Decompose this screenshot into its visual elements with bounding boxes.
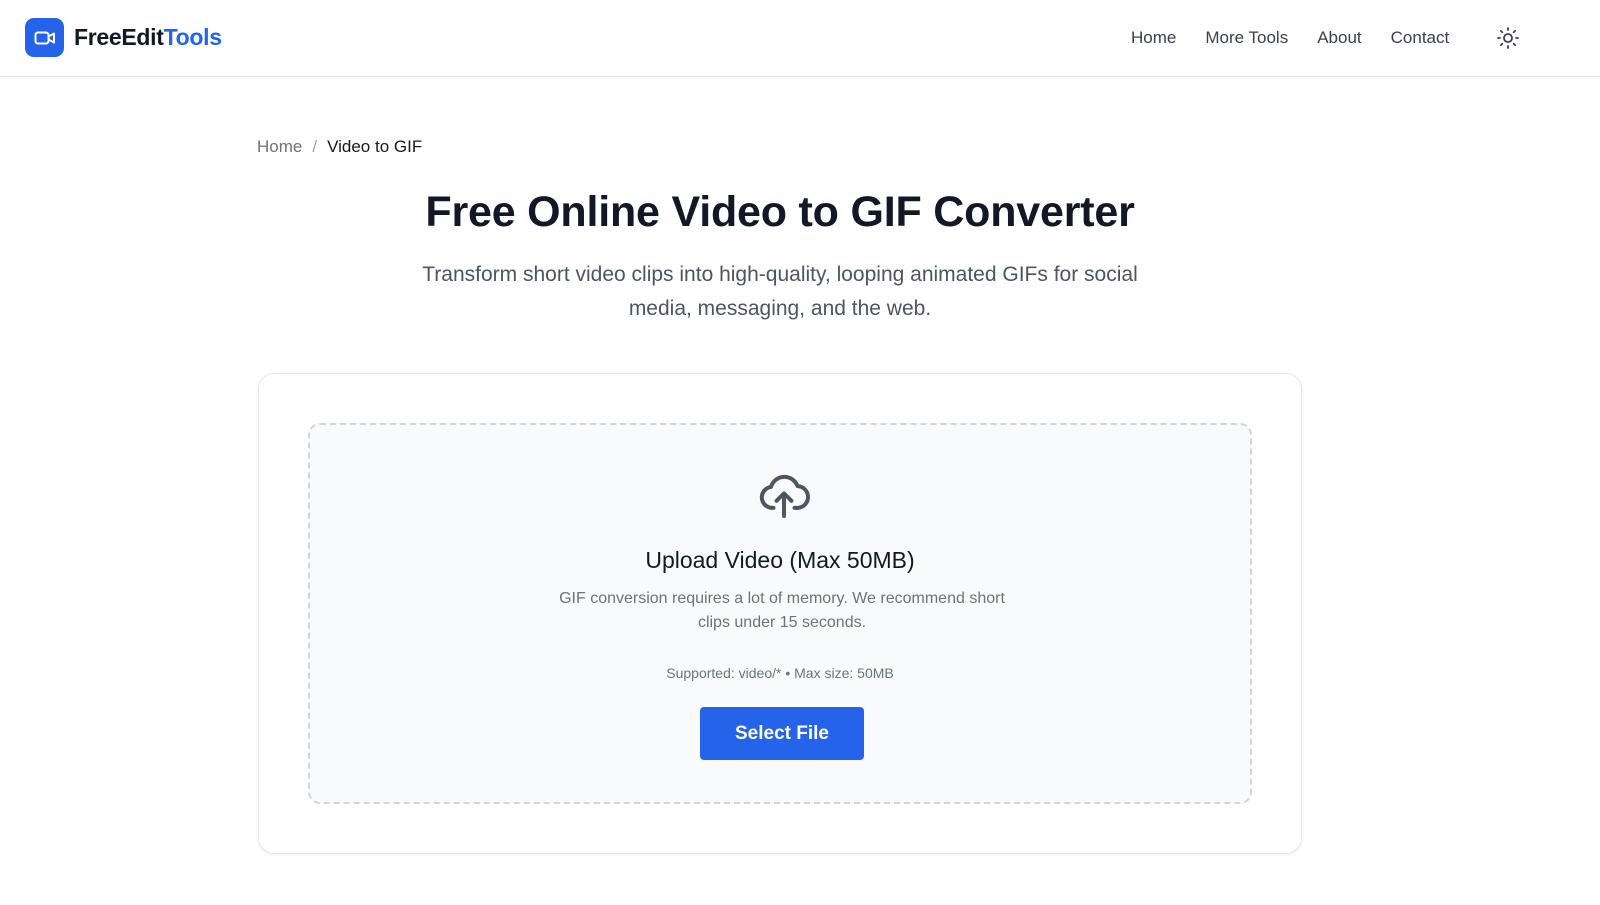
brand-name-part1: FreeEdit [74, 24, 164, 50]
breadcrumb-separator: / [312, 137, 318, 156]
main-nav: Home More Tools About Contact [1131, 26, 1478, 50]
brand-logo[interactable]: FreeEditTools [25, 18, 222, 57]
nav-contact[interactable]: Contact [1391, 26, 1450, 50]
theme-toggle-button[interactable] [1495, 25, 1521, 51]
brand-name: FreeEditTools [74, 24, 222, 51]
breadcrumb: Home / Video to GIF [257, 137, 422, 157]
page-title: Free Online Video to GIF Converter [425, 188, 1135, 236]
cloud-upload-icon [759, 474, 810, 518]
video-camera-icon [25, 18, 64, 57]
upload-description: GIF conversion requires a lot of memory.… [559, 590, 1005, 631]
brand-name-part2: Tools [163, 24, 222, 50]
upload-card: Upload Video (Max 50MB) GIF conversion r… [258, 373, 1302, 854]
nav-more-tools[interactable]: More Tools [1205, 26, 1288, 50]
breadcrumb-current: Video to GIF [327, 137, 423, 156]
upload-title: Upload Video (Max 50MB) [645, 547, 915, 573]
nav-about[interactable]: About [1317, 26, 1361, 50]
breadcrumb-home[interactable]: Home [257, 137, 302, 157]
nav-home[interactable]: Home [1131, 26, 1176, 50]
select-file-button[interactable]: Select File [700, 707, 864, 760]
page-subtitle: Transform short video clips into high-qu… [422, 263, 1138, 320]
top-navbar: FreeEditTools Home More Tools About Cont… [0, 0, 1600, 77]
sun-icon [1497, 27, 1519, 49]
file-dropzone[interactable]: Upload Video (Max 50MB) GIF conversion r… [308, 423, 1252, 804]
supported-formats: Supported: video/* • Max size: 50MB [666, 665, 894, 681]
